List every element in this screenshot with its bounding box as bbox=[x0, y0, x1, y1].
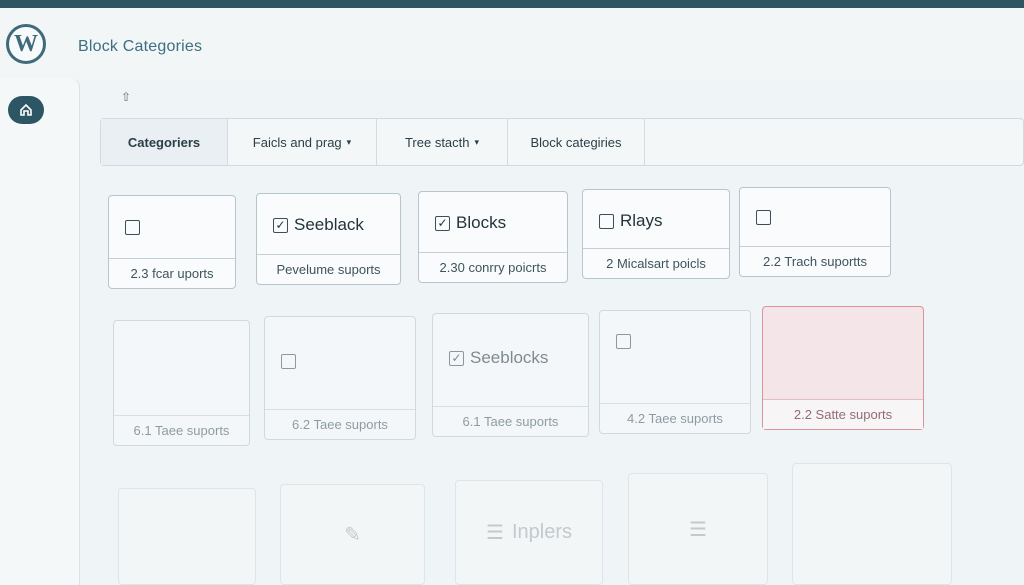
card-footer: 6.2 Taee suports bbox=[265, 409, 415, 439]
tab-label: Block categiries bbox=[530, 134, 622, 150]
checkbox[interactable] bbox=[599, 213, 614, 229]
card-title: Inplers bbox=[511, 521, 572, 543]
card-footer: Pevelume suports bbox=[257, 254, 400, 284]
card-footer: 2 Micalsart poicls bbox=[583, 248, 729, 278]
home-icon bbox=[20, 103, 32, 116]
checkbox-checked[interactable]: ✓ bbox=[273, 217, 288, 233]
card-footer: 2.3 fcar uports bbox=[109, 258, 235, 288]
top-bar bbox=[0, 0, 1024, 8]
checkbox[interactable] bbox=[756, 209, 771, 225]
tab-label: Categoriers bbox=[127, 134, 201, 150]
block-card[interactable]: ✓ Blocks 2.30 conrry poicrts bbox=[418, 191, 568, 283]
chevron-down-icon: ▾ bbox=[474, 136, 480, 147]
checkbox[interactable] bbox=[616, 333, 631, 349]
checkbox[interactable] bbox=[125, 219, 140, 235]
tab-label: Faicls and prag bbox=[252, 134, 342, 150]
tab-categories[interactable]: Categoriers bbox=[101, 119, 228, 165]
block-card[interactable]: 6.2 Taee suports bbox=[264, 316, 416, 440]
checkbox-checked[interactable]: ✓ bbox=[449, 350, 464, 366]
block-card[interactable]: Rlays 2 Micalsart poicls bbox=[582, 189, 730, 279]
block-card[interactable]: ☰ Inplers bbox=[455, 480, 603, 585]
card-title: Rlays bbox=[620, 211, 663, 230]
block-card[interactable]: 6.1 Taee suports bbox=[113, 320, 250, 446]
block-card[interactable]: ✎ bbox=[280, 484, 425, 585]
wordpress-logo-icon[interactable]: W bbox=[6, 24, 46, 64]
home-button[interactable] bbox=[8, 96, 44, 124]
tab-tree-search[interactable]: Tree stacth ▾ bbox=[377, 119, 508, 165]
card-footer: 6.1 Taee suports bbox=[433, 406, 588, 436]
tab-bar: Categoriers Faicls and prag ▾ Tree stact… bbox=[100, 118, 1024, 166]
pencil-icon: ✎ bbox=[344, 524, 361, 546]
chevron-down-icon: ▾ bbox=[346, 136, 352, 147]
block-card[interactable]: 2.3 fcar uports bbox=[108, 195, 236, 289]
card-title: Blocks bbox=[456, 213, 507, 232]
block-card-highlighted[interactable]: 2.2 Satte suports bbox=[762, 306, 924, 430]
card-footer: 6.1 Taee suports bbox=[114, 415, 249, 445]
block-card[interactable]: ☰ bbox=[628, 473, 768, 585]
block-card[interactable]: 2.2 Trach suportts bbox=[739, 187, 891, 277]
page-title: Block Categories bbox=[78, 38, 203, 55]
block-card[interactable]: ✓ Seeblack Pevelume suports bbox=[256, 193, 401, 285]
checkbox[interactable] bbox=[281, 353, 296, 369]
card-title: Seeblack bbox=[294, 215, 364, 234]
checkbox-checked[interactable]: ✓ bbox=[435, 215, 450, 231]
block-card[interactable]: ✓ Seeblocks 6.1 Taee suports bbox=[432, 313, 589, 437]
block-card[interactable]: 4.2 Taee suports bbox=[599, 310, 751, 434]
tab-label: Tree stacth bbox=[404, 134, 470, 150]
list-icon: ☰ bbox=[486, 522, 504, 544]
list-icon: ☰ bbox=[689, 518, 707, 541]
block-card[interactable] bbox=[792, 463, 952, 585]
tab-block-categories[interactable]: Block categiries bbox=[508, 119, 645, 165]
tab-fields-and-page[interactable]: Faicls and prag ▾ bbox=[228, 119, 377, 165]
sort-up-icon[interactable]: ⇧ bbox=[121, 90, 131, 104]
card-title: Seeblocks bbox=[470, 348, 549, 367]
sidebar bbox=[0, 78, 80, 585]
block-card[interactable] bbox=[118, 488, 256, 585]
card-footer: 2.2 Satte suports bbox=[763, 399, 923, 429]
card-footer: 2.30 conrry poicrts bbox=[419, 252, 567, 282]
card-footer: 4.2 Taee suports bbox=[600, 403, 750, 433]
card-footer: 2.2 Trach suportts bbox=[740, 246, 890, 276]
